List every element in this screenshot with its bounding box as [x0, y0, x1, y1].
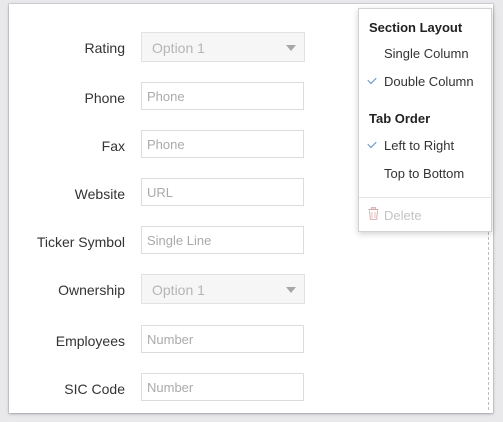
rating-select-value: Option 1 [152, 40, 205, 56]
menu-item-top-to-bottom[interactable]: Top to Bottom [359, 163, 491, 185]
phone-field[interactable] [141, 82, 304, 110]
left-to-right-label: Left to Right [384, 138, 455, 153]
field-row-employees: Employees [9, 325, 309, 357]
ownership-label: Ownership [58, 282, 125, 298]
website-field[interactable] [141, 178, 304, 206]
field-row-ticker-symbol: Ticker Symbol [9, 226, 309, 258]
chevron-down-icon [286, 45, 296, 51]
ticker-symbol-field[interactable] [141, 226, 304, 254]
chevron-down-icon [286, 287, 296, 293]
ticker-symbol-label: Ticker Symbol [36, 234, 125, 250]
delete-button[interactable]: Delete [359, 205, 491, 227]
checkmark-icon [367, 138, 377, 149]
menu-item-double-column[interactable]: Double Column [359, 71, 491, 93]
employees-field[interactable] [141, 325, 304, 353]
sic-code-label: SIC Code [64, 381, 125, 397]
tab-order-heading: Tab Order [369, 111, 431, 126]
ownership-select[interactable]: Option 1 [141, 274, 305, 304]
single-column-label: Single Column [384, 46, 469, 61]
sic-code-field[interactable] [141, 373, 304, 401]
checkmark-icon [367, 74, 377, 85]
employees-label: Employees [55, 333, 125, 349]
rating-label: Rating [84, 40, 125, 56]
phone-label: Phone [84, 90, 125, 106]
rating-select[interactable]: Option 1 [141, 32, 305, 62]
field-row-phone: Phone [9, 82, 309, 114]
field-row-fax: Fax [9, 130, 309, 162]
double-column-label: Double Column [384, 74, 474, 89]
fax-field[interactable] [141, 130, 304, 158]
field-row-rating: Rating Option 1 [9, 32, 309, 64]
field-row-website: Website [9, 178, 309, 210]
field-row-sic-code: SIC Code [9, 373, 309, 405]
website-label: Website [74, 186, 125, 202]
ownership-select-value: Option 1 [152, 282, 205, 298]
menu-item-left-to-right[interactable]: Left to Right [359, 135, 491, 157]
field-row-ownership: Ownership Option 1 [9, 274, 309, 306]
section-options-menu: Section Layout Single Column Double Colu… [358, 8, 492, 232]
top-to-bottom-label: Top to Bottom [384, 166, 465, 181]
menu-divider [359, 197, 491, 198]
menu-item-single-column[interactable]: Single Column [359, 43, 491, 65]
section-layout-heading: Section Layout [369, 20, 463, 35]
column-divider [488, 232, 489, 410]
delete-label: Delete [384, 208, 422, 223]
trash-icon [368, 207, 379, 220]
fax-label: Fax [101, 138, 125, 154]
